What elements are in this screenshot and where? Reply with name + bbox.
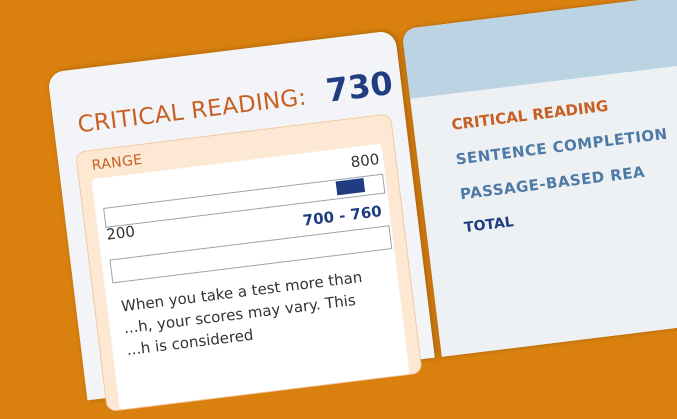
score-card: CRITICAL READING: 730 RANGE 800 200 700 … (47, 30, 435, 413)
range-label: RANGE (90, 151, 144, 174)
breakdown-list: CRITICAL READING SENTENCE COMPLETION PAS… (450, 90, 677, 253)
score-value: 730 (323, 63, 395, 110)
score-report-scene: CRITICAL READING SENTENCE COMPLETION PAS… (0, 0, 677, 413)
breakdown-header-bar (401, 0, 677, 99)
range-box: RANGE 800 200 700 - 760 When you take a … (75, 113, 423, 413)
breakdown-row-sentence-completion: SENTENCE COMPLETION (454, 124, 669, 169)
breakdown-row-total: TOTAL (463, 214, 515, 237)
range-max-label: 800 (349, 150, 381, 172)
breakdown-heading: CRITICAL READING (450, 96, 610, 134)
range-min-label: 200 (105, 222, 136, 244)
range-bar-fill (335, 178, 366, 196)
score-breakdown-panel: CRITICAL READING SENTENCE COMPLETION PAS… (401, 0, 677, 357)
breakdown-row-passage-based: PASSAGE-BASED REA (459, 162, 647, 204)
